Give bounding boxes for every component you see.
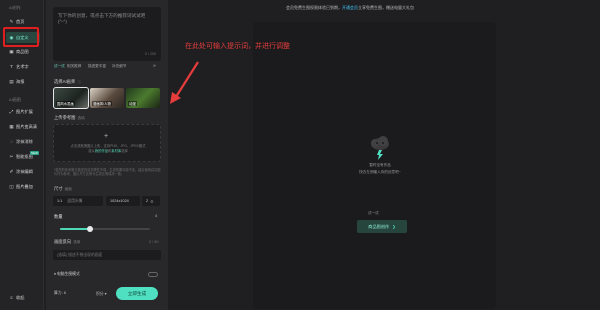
prompt-placeholder: 写下你的创意，或点击下方的推荐词试试吧(^-^) [58, 13, 146, 25]
size-title: 尺寸 画面 [54, 186, 72, 191]
new-badge: NEW [30, 151, 39, 155]
quantity-slider[interactable] [60, 226, 150, 232]
nav-item-label: 首页 [16, 18, 25, 24]
style-thumb-manga[interactable]: 漫画风/人物 [90, 88, 124, 108]
nav-item-product[interactable]: ▣ 商品图 [6, 46, 40, 57]
nav-item-label: 图片扩展 [16, 108, 33, 114]
layers-icon: ◫ [9, 183, 14, 189]
upload-hint: 点击或拖拽图片上传，支持PNG、JPG、JPEG格式 或从我的作品和素材库选择 [70, 144, 146, 153]
nav-item-label: 海报 [16, 78, 25, 84]
empty-subtitle: 快去左侧输入你的创意吧~ [359, 170, 401, 174]
my-works-link[interactable]: 我的作品 [95, 149, 108, 153]
generate-button[interactable]: 立即生成 [116, 287, 158, 300]
negative-input[interactable]: (选填) 描述不想出现的画面 [53, 250, 161, 260]
open-membership-link[interactable]: 开通会员 [342, 5, 358, 10]
slider-knob[interactable] [86, 226, 93, 232]
nav-item-eraser[interactable]: ◌ 涂抹消除 [6, 136, 40, 147]
quantity-title: 数量 [54, 214, 63, 219]
brush-icon: ✐ [9, 168, 14, 174]
info-icon: ⓘ [77, 80, 81, 84]
nav-group-ai: AI创作 [9, 5, 21, 10]
nav-item-label: 收起 [16, 294, 25, 300]
slider-fill [60, 228, 90, 230]
collapse-icon: ≡ [10, 295, 13, 300]
prompt-input[interactable]: 写下你的创意，或点击下方的推荐词试试吧(^-^) 0 / 200 [53, 7, 161, 61]
plus-icon: + [104, 133, 109, 140]
font-icon: T [10, 64, 13, 69]
nav-item-cutout[interactable]: ✂ 智能抠图 NEW [6, 151, 40, 162]
nav-item-label: 图片变高清 [16, 123, 37, 129]
nav-item-label: 艺术字 [16, 63, 29, 69]
try-button[interactable]: 试一试 [54, 64, 65, 69]
style-thumb-label: 国风水墨画 [56, 101, 75, 106]
empty-cloud-icon [371, 136, 389, 160]
box-icon: ▣ [9, 48, 14, 54]
nav-item-poster[interactable]: ▤ 海报 [6, 76, 40, 87]
style-thumb-label: 动漫 [128, 101, 137, 106]
highlight-box [3, 27, 39, 47]
expand-icon: ⤢ [9, 109, 14, 114]
nav-item-font[interactable]: T 艺术字 [6, 61, 40, 72]
top-bar: 会员免费生图权限体验已到期，开通会员立享免费生图，赠送电量大礼包 [168, 0, 600, 18]
sample-arrow-icon: ❯ [392, 224, 396, 229]
nav-item-hd[interactable]: ▦ 图片变高清 [6, 121, 40, 132]
refresh-icon[interactable]: ⟳ [153, 64, 156, 68]
membership-message: 会员免费生图权限体验已到期，开通会员立享免费生图，赠送电量大礼包 [286, 5, 414, 10]
count-select[interactable]: 2 ⚙ [142, 196, 160, 206]
upload-title: 上传参考图 选填 [54, 115, 85, 120]
resolution-select[interactable]: 1024x1024 [106, 196, 140, 206]
nav-item-brush[interactable]: ✐ 涂抹编辑 [6, 166, 40, 177]
annotation-arrow-icon [170, 61, 199, 104]
nav-item-layers[interactable]: ◫ 图片叠加 [6, 181, 40, 192]
quantity-value: 4 [155, 214, 158, 218]
upload-note: *若您的参考图与描述内容关联性不强，生成效果可能不佳，建议使用高清图片作为参考，… [54, 168, 161, 177]
style-thumb-anime[interactable]: 动漫 [126, 88, 160, 108]
bulb-icon: ♦ [54, 272, 56, 276]
upload-dropzone[interactable]: + 点击或拖拽图片上传，支持PNG、JPG、JPEG格式 或从我的作品和素材库选… [53, 124, 161, 162]
cutout-icon: ✂ [9, 153, 14, 159]
nav-group-tools: AI画图 [9, 97, 21, 102]
speed-mode-toggle[interactable] [148, 272, 158, 277]
related-button[interactable]: 相关推荐 [67, 64, 81, 69]
nav-collapse-button[interactable]: ≡ 收起 [6, 292, 40, 303]
nav-item-label: 涂抹编辑 [16, 168, 33, 174]
style-thumb-label: 漫画风/人物 [92, 101, 112, 106]
library-link[interactable]: 素材库 [111, 149, 121, 153]
tier-select[interactable]: 积分 ▾ [96, 291, 107, 297]
hd-icon: ▦ [9, 123, 14, 129]
speed-mode-label: ♦ 电脑生图模式 [54, 272, 80, 276]
sample-button[interactable]: 商品图创作 ❯ [357, 220, 407, 233]
draw-icon: ✎ [9, 18, 14, 24]
detail-button[interactable]: 补充细节 [112, 64, 126, 69]
empty-title: 暂时没有作品 [369, 163, 391, 167]
poster-icon: ▤ [9, 78, 14, 84]
points-display: 算力: 8 [54, 291, 66, 295]
nav-item-expand[interactable]: ⤢ 图片扩展 [6, 106, 40, 117]
nav-item-label: 图片叠加 [16, 183, 33, 189]
nav-item-home[interactable]: ✎ 首页 [6, 16, 40, 27]
nav-item-label: 商品图 [16, 48, 29, 54]
eraser-icon: ◌ [10, 139, 13, 144]
nav-item-label: 涂抹消除 [16, 138, 33, 144]
negative-title: 画面反向 选填 [54, 239, 81, 244]
ratio-select[interactable]: 1:1 适用头像 [53, 196, 103, 206]
try-label: 试一试 [368, 211, 379, 215]
gear-icon: ⚙ [150, 199, 154, 204]
style-section-title: 选择AI画师 ⓘ [54, 79, 81, 84]
negative-counter: 0 / 50 [149, 240, 159, 244]
prompt-counter: 0 / 200 [145, 52, 156, 56]
enhance-button[interactable]: 描述更丰富 [88, 64, 106, 69]
style-thumb-ink[interactable]: 国风水墨画 [53, 87, 89, 109]
annotation-text: 在此处可输入提示词，并进行调整 [185, 43, 290, 50]
